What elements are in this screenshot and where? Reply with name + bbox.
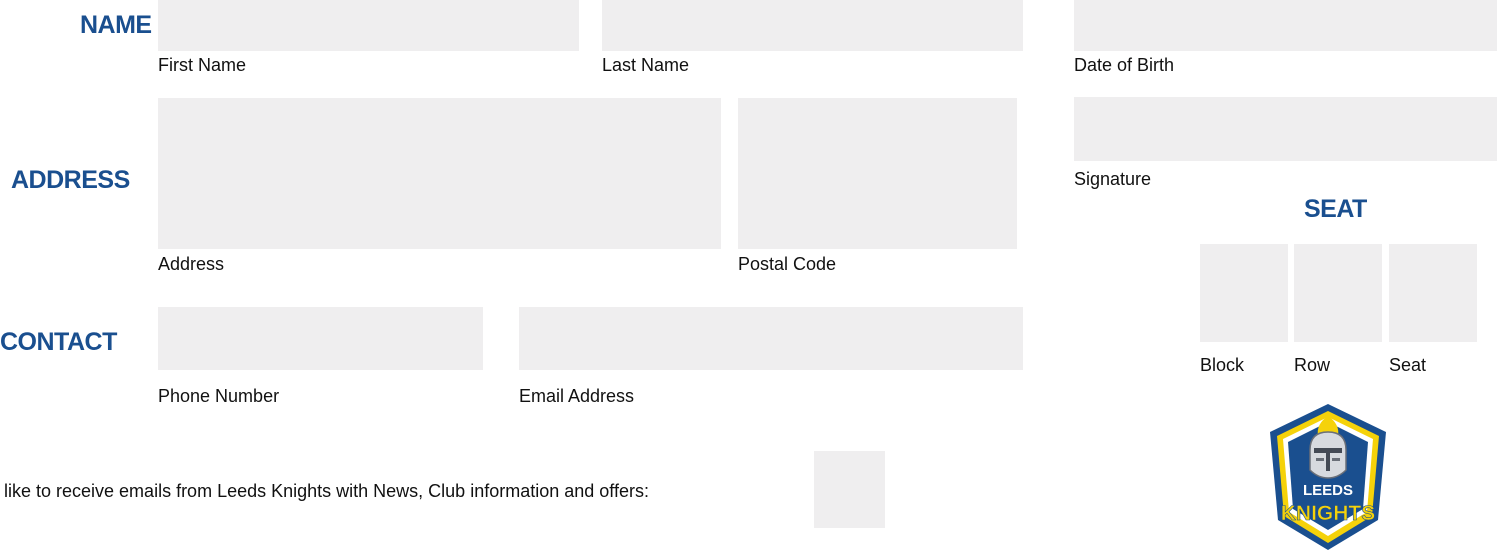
phone-number-field[interactable]: [158, 307, 483, 370]
first-name-field[interactable]: [158, 0, 579, 51]
last-name-field[interactable]: [602, 0, 1023, 51]
block-label: Block: [1200, 355, 1245, 375]
phone-number-label: Phone Number: [158, 386, 280, 406]
signature-label: Signature: [1074, 169, 1152, 189]
logo-text-knights: KNIGHTS: [1281, 502, 1376, 525]
row-field[interactable]: [1294, 244, 1382, 342]
contact-heading: CONTACT: [0, 328, 117, 356]
block-field[interactable]: [1200, 244, 1288, 342]
first-name-label: First Name: [158, 55, 247, 75]
address-field[interactable]: [158, 98, 721, 249]
seat-label: Seat: [1389, 355, 1427, 375]
email-consent-checkbox[interactable]: [814, 451, 885, 528]
seat-heading: SEAT: [1304, 195, 1367, 223]
address-label: Address: [158, 254, 225, 274]
signature-field[interactable]: [1074, 97, 1497, 161]
postal-code-field[interactable]: [738, 98, 1017, 249]
email-address-field[interactable]: [519, 307, 1023, 370]
seat-field[interactable]: [1389, 244, 1477, 342]
name-heading: NAME: [80, 11, 152, 39]
row-label: Row: [1294, 355, 1331, 375]
email-address-label: Email Address: [519, 386, 635, 406]
address-heading: ADDRESS: [11, 166, 130, 194]
email-consent-text: like to receive emails from Leeds Knight…: [4, 481, 649, 501]
logo-text-leeds: LEEDS: [1303, 482, 1353, 499]
postal-code-label: Postal Code: [738, 254, 837, 274]
last-name-label: Last Name: [602, 55, 690, 75]
knight-helmet-shield-icon: LEEDS KNIGHTS: [1270, 404, 1386, 550]
date-of-birth-field[interactable]: [1074, 0, 1497, 51]
date-of-birth-label: Date of Birth: [1074, 55, 1175, 75]
